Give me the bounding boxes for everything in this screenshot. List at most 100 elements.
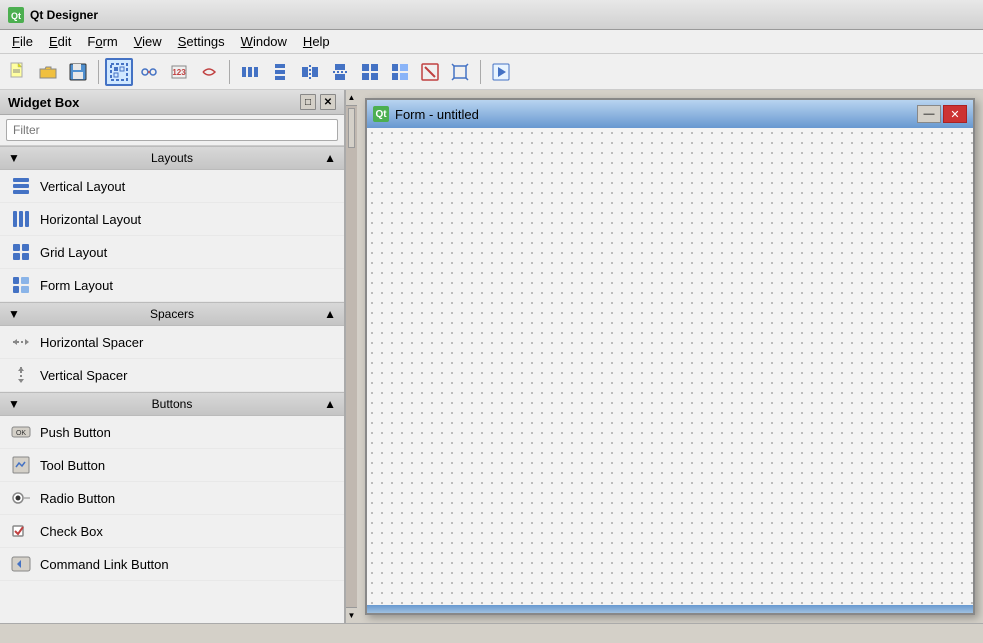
menu-help[interactable]: Help <box>295 32 338 51</box>
widget-item-form-layout[interactable]: Form Layout <box>0 269 344 302</box>
menu-form[interactable]: Form <box>79 32 125 51</box>
tool-button-icon <box>10 454 32 476</box>
buttons-expand-arrow: ▲ <box>324 397 336 411</box>
section-buttons-header[interactable]: ▼ Buttons ▲ <box>0 392 344 416</box>
layout-split-v-button[interactable] <box>326 58 354 86</box>
tab-order-button[interactable]: 123 <box>165 58 193 86</box>
buddies-button[interactable] <box>195 58 223 86</box>
push-button-label: Push Button <box>40 425 111 440</box>
form-title-bar: Qt Form - untitled — ✕ <box>367 100 973 128</box>
vertical-spacer-label: Vertical Spacer <box>40 368 127 383</box>
layout-form-button[interactable] <box>386 58 414 86</box>
app-icon: Qt <box>8 7 24 23</box>
widget-item-tool-button[interactable]: Tool Button <box>0 449 344 482</box>
form-minimize-button[interactable]: — <box>917 105 941 123</box>
new-button[interactable] <box>4 58 32 86</box>
title-bar: Qt Qt Designer <box>0 0 983 30</box>
svg-text:OK: OK <box>16 430 26 437</box>
widget-item-radio-button[interactable]: Radio Button <box>0 482 344 515</box>
form-title-text: Form - untitled <box>395 107 479 122</box>
command-link-icon <box>10 553 32 575</box>
widget-box-title: Widget Box <box>8 95 79 110</box>
section-layouts-header[interactable]: ▼ Layouts ▲ <box>0 146 344 170</box>
menu-bar: File Edit Form View Settings Window Help <box>0 30 983 54</box>
form-area: Qt Form - untitled — ✕ <box>357 90 983 623</box>
command-link-label: Command Link Button <box>40 557 169 572</box>
signals-slots-button[interactable] <box>135 58 163 86</box>
widget-item-horizontal-spacer[interactable]: Horizontal Spacer <box>0 326 344 359</box>
widget-box-panel: Widget Box □ ✕ ▼ Layouts ▲ <box>0 90 345 623</box>
break-layout-button[interactable] <box>416 58 444 86</box>
form-layout-label: Form Layout <box>40 278 113 293</box>
widget-box-header: Widget Box □ ✕ <box>0 90 344 115</box>
tool-button-label: Tool Button <box>40 458 105 473</box>
app-title: Qt Designer <box>30 8 98 22</box>
layouts-expand-arrow: ▲ <box>324 151 336 165</box>
buttons-collapse-arrow: ▼ <box>8 397 20 411</box>
horizontal-spacer-label: Horizontal Spacer <box>40 335 143 350</box>
form-title-left: Qt Form - untitled <box>373 106 479 122</box>
menu-edit[interactable]: Edit <box>41 32 79 51</box>
filter-box <box>0 115 344 146</box>
main-area: Widget Box □ ✕ ▼ Layouts ▲ <box>0 90 983 623</box>
menu-settings[interactable]: Settings <box>170 32 233 51</box>
check-box-label: Check Box <box>40 524 103 539</box>
scroll-down-arrow[interactable]: ▼ <box>346 607 357 623</box>
spacers-collapse-arrow: ▼ <box>8 307 20 321</box>
horizontal-spacer-icon <box>10 331 32 353</box>
scroll-track <box>346 106 357 607</box>
layout-grid-button[interactable] <box>356 58 384 86</box>
open-button[interactable] <box>34 58 62 86</box>
status-bar <box>0 623 983 643</box>
vertical-spacer-icon <box>10 364 32 386</box>
panel-scrollbar[interactable]: ▲ ▼ <box>345 90 357 623</box>
svg-text:Qt: Qt <box>11 11 21 21</box>
section-layouts-label: Layouts <box>20 151 324 165</box>
scroll-thumb[interactable] <box>348 108 355 148</box>
menu-view[interactable]: View <box>126 32 170 51</box>
section-spacers-header[interactable]: ▼ Spacers ▲ <box>0 302 344 326</box>
save-button[interactable] <box>64 58 92 86</box>
grid-layout-icon <box>10 241 32 263</box>
widget-item-command-link[interactable]: Command Link Button <box>0 548 344 581</box>
widget-item-check-box[interactable]: Check Box <box>0 515 344 548</box>
svg-text:123: 123 <box>172 68 186 77</box>
widget-editor-button[interactable] <box>105 58 133 86</box>
horizontal-layout-icon <box>10 208 32 230</box>
widget-box-float-button[interactable]: □ <box>300 94 316 110</box>
layout-split-h-button[interactable] <box>296 58 324 86</box>
form-canvas[interactable] <box>367 128 973 605</box>
layout-h-button[interactable] <box>236 58 264 86</box>
form-bottom-bar <box>367 605 973 613</box>
horizontal-layout-label: Horizontal Layout <box>40 212 141 227</box>
widget-box-close-button[interactable]: ✕ <box>320 94 336 110</box>
radio-button-label: Radio Button <box>40 491 115 506</box>
vertical-layout-label: Vertical Layout <box>40 179 125 194</box>
form-close-button[interactable]: ✕ <box>943 105 967 123</box>
menu-window[interactable]: Window <box>233 32 295 51</box>
layouts-collapse-arrow: ▼ <box>8 151 20 165</box>
toolbar-sep-3 <box>480 60 481 84</box>
widget-item-vertical-spacer[interactable]: Vertical Spacer <box>0 359 344 392</box>
form-qt-icon: Qt <box>373 106 389 122</box>
layout-v-button[interactable] <box>266 58 294 86</box>
spacers-expand-arrow: ▲ <box>324 307 336 321</box>
widget-item-horizontal-layout[interactable]: Horizontal Layout <box>0 203 344 236</box>
adjust-size-button[interactable] <box>446 58 474 86</box>
widget-item-vertical-layout[interactable]: Vertical Layout <box>0 170 344 203</box>
form-layout-icon <box>10 274 32 296</box>
scroll-up-arrow[interactable]: ▲ <box>346 90 357 106</box>
push-button-icon: OK <box>10 421 32 443</box>
menu-file[interactable]: File <box>4 32 41 51</box>
widget-item-grid-layout[interactable]: Grid Layout <box>0 236 344 269</box>
section-buttons-label: Buttons <box>20 397 324 411</box>
vertical-layout-icon <box>10 175 32 197</box>
toolbar-sep-2 <box>229 60 230 84</box>
check-box-icon <box>10 520 32 542</box>
preview-button[interactable] <box>487 58 515 86</box>
widget-item-push-button[interactable]: OK Push Button <box>0 416 344 449</box>
filter-input[interactable] <box>6 119 338 141</box>
grid-layout-label: Grid Layout <box>40 245 107 260</box>
toolbar-sep-1 <box>98 60 99 84</box>
section-spacers-label: Spacers <box>20 307 324 321</box>
